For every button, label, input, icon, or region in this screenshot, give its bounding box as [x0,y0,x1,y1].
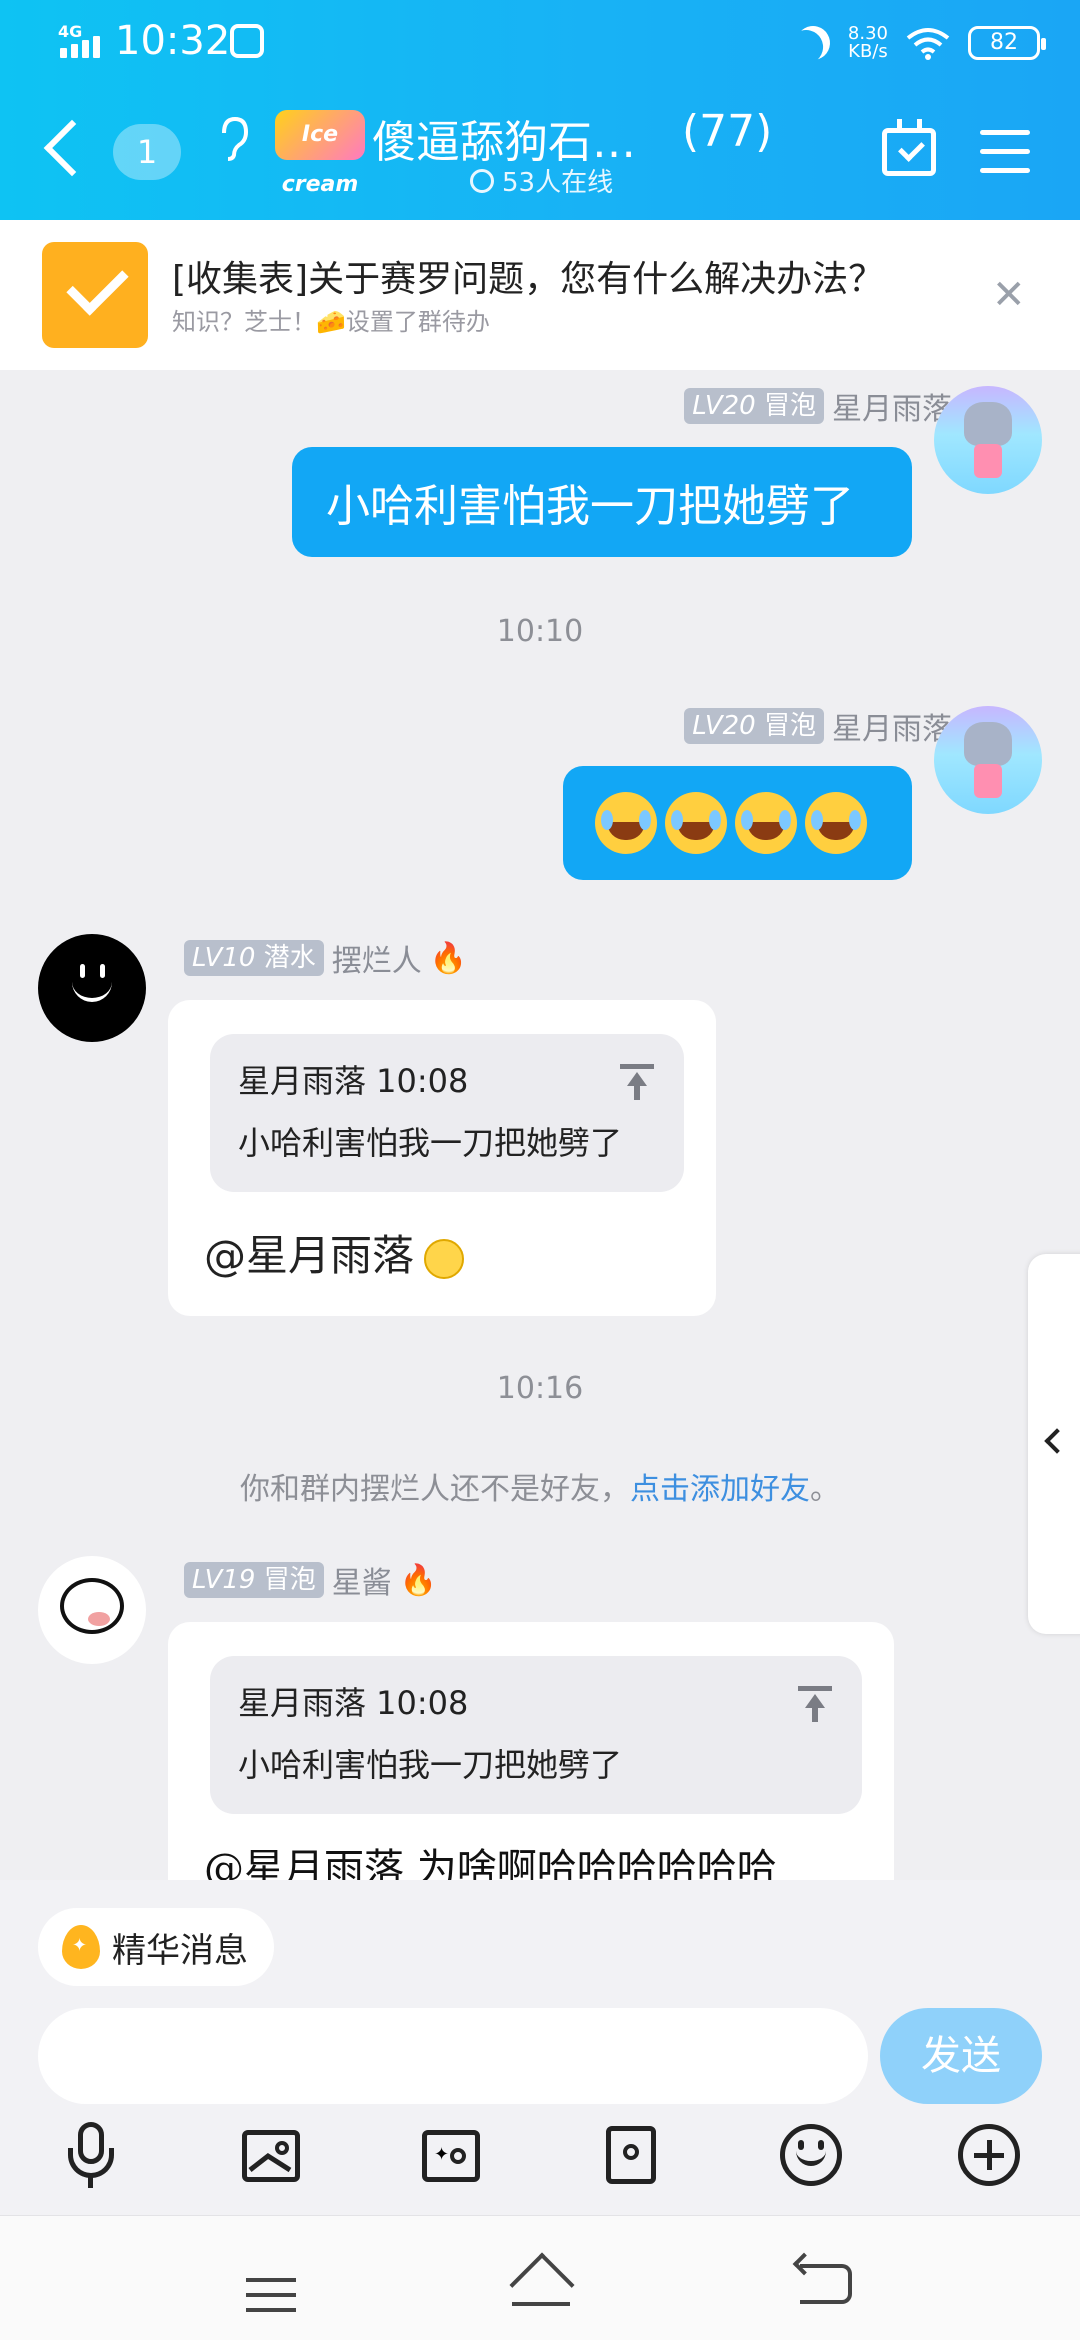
sender-name[interactable]: 星月雨落 [832,384,952,428]
tears-of-joy-emoji [805,792,867,854]
message-bubble[interactable]: 星月雨落 10:08 小哈利害怕我一刀把她劈了 @星月雨落 为啥啊哈哈哈哈哈哈 [168,1622,894,1880]
battery-indicator: 82 [968,26,1046,60]
tears-of-joy-emoji [735,792,797,854]
quote-text: 小哈利害怕我一刀把她劈了 [238,1746,623,1784]
level-badge: LV20 冒泡 [684,708,824,744]
emoji-icon[interactable] [776,2120,846,2190]
jump-to-message-icon[interactable] [620,1064,654,1100]
avatar[interactable] [38,934,146,1042]
calendar-check-icon[interactable] [882,119,936,176]
message-bubble[interactable]: 小哈利害怕我一刀把她劈了 [292,447,912,557]
message-text: @星月雨落 为啥啊哈哈哈哈哈哈 [204,1846,777,1880]
send-button[interactable]: 发送 [880,2008,1042,2104]
menu-icon[interactable] [980,130,1030,173]
jump-to-message-icon[interactable] [798,1686,832,1722]
fire-icon: 🔥 [429,940,468,976]
quote-text: 小哈利害怕我一刀把她劈了 [238,1124,623,1162]
notification-app-icon [230,24,264,58]
do-not-disturb-icon [790,20,836,66]
signal-icon: 4G [58,22,108,58]
avatar[interactable] [38,1556,146,1664]
home-icon[interactable] [508,2252,575,2318]
tears-of-joy-emoji [665,792,727,854]
online-icon [470,168,494,193]
avatar[interactable] [934,706,1042,814]
pinned-title[interactable]: [收集表]关于赛罗问题，您有什么解决办法？ [172,250,884,302]
group-logo: Ice cream [275,110,365,197]
sender-line: LV19 冒泡 星酱 🔥 [184,1558,437,1602]
side-panel-tab[interactable] [1028,1254,1080,1634]
timestamp: 10:16 [496,1371,584,1406]
status-right: 8.30 KB/s 82 [796,18,1046,68]
member-count[interactable]: (77) [682,106,772,157]
chat-header: 4G 10:32 8.30 KB/s 82 1 Ice cream 傻逼舔狗石…… [0,0,1080,220]
sender-line: LV20 冒泡 星月雨落 [684,704,952,748]
checkmark-icon [42,242,148,348]
tears-of-joy-emoji [595,792,657,854]
back-icon[interactable] [43,119,101,177]
red-packet-icon[interactable] [596,2120,666,2190]
sender-name[interactable]: 星酱 [332,1558,392,1602]
pinned-subtitle: 知识？芝士！🧀设置了群待办 [172,308,490,336]
emoji-message-bubble[interactable] [563,766,912,880]
message-input[interactable] [38,2008,868,2104]
speed-unit: KB/s [848,41,888,62]
essence-messages-button[interactable]: 精华消息 [38,1908,274,1986]
camera-icon[interactable]: ✦ [416,2120,486,2190]
image-icon[interactable] [236,2120,306,2190]
unread-badge[interactable]: 1 [113,124,181,180]
timestamp: 10:10 [496,614,584,649]
microphone-icon[interactable] [56,2120,126,2190]
add-friend-link[interactable]: 点击添加好友 [630,1472,810,1507]
level-badge: LV19 冒泡 [184,1562,324,1598]
sender-name[interactable]: 星月雨落 [832,704,952,748]
recent-apps-icon[interactable] [246,2278,296,2312]
level-badge: LV10 潜水 [184,940,324,976]
fire-icon: 🔥 [399,1562,438,1598]
wifi-icon [906,26,950,60]
essence-label: 精华消息 [112,1930,248,1971]
quoted-message[interactable]: 星月雨落 10:08 小哈利害怕我一刀把她劈了 [210,1656,862,1814]
online-count: 53人在线 [502,168,614,198]
quoted-message[interactable]: 星月雨落 10:08 小哈利害怕我一刀把她劈了 [210,1034,684,1192]
sender-name[interactable]: 摆烂人 [332,936,422,980]
system-notice: 你和群内摆烂人还不是好友，点击添加好友。 [240,1472,840,1507]
sender-line: LV20 冒泡 星月雨落 [684,384,952,428]
sender-line: LV10 潜水 摆烂人 🔥 [184,936,467,980]
nav-back-icon[interactable] [800,2264,852,2304]
message-text: @星月雨落 [204,1222,465,1283]
chat-screen: 4G 10:32 8.30 KB/s 82 1 Ice cream 傻逼舔狗石…… [0,0,1080,2340]
message-bubble[interactable]: 星月雨落 10:08 小哈利害怕我一刀把她劈了 @星月雨落 [168,1000,716,1316]
message-text: 小哈利害怕我一刀把她劈了 [326,481,854,532]
chevron-left-icon [1044,1428,1070,1454]
composer-toolbar: ✦ [0,2120,1080,2200]
close-icon[interactable]: ✕ [992,272,1026,318]
group-title[interactable]: 傻逼舔狗石… [372,106,636,170]
smirk-emoji [424,1238,465,1279]
status-time: 10:32 [115,18,231,64]
plus-icon[interactable] [954,2120,1024,2190]
quote-sender: 星月雨落 10:08 [238,1062,469,1100]
quote-sender: 星月雨落 10:08 [238,1684,469,1722]
level-badge: LV20 冒泡 [684,388,824,424]
network-speed: 8.30 KB/s [848,25,888,61]
ear-icon[interactable] [218,116,249,171]
online-status: 53人在线 [470,162,613,199]
essence-icon [62,1925,100,1969]
avatar[interactable] [934,386,1042,494]
